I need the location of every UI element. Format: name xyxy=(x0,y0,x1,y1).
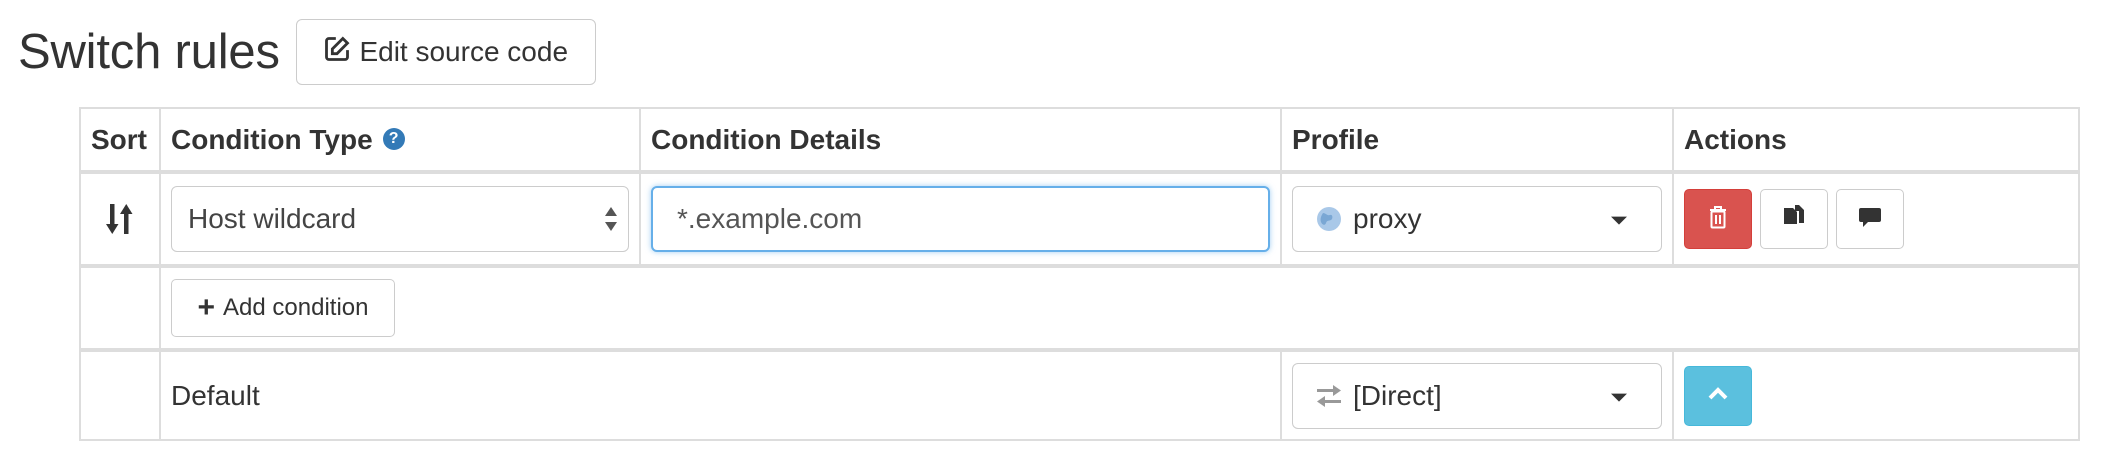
edit-icon xyxy=(323,35,359,70)
add-condition-label: Add condition xyxy=(223,294,369,321)
empty-cell xyxy=(79,264,161,351)
caret-down-icon xyxy=(1611,393,1627,402)
caret-down-icon xyxy=(1611,216,1627,225)
default-profile-select[interactable]: [Direct] xyxy=(1292,362,1662,429)
actions-cell xyxy=(1672,171,2080,267)
profile-select[interactable]: proxy xyxy=(1292,186,1662,252)
default-label-cell: Default xyxy=(159,348,1282,441)
column-header-actions: Actions xyxy=(1672,107,2080,174)
edit-source-code-label: Edit source code xyxy=(359,36,569,67)
column-header-sort: Sort xyxy=(79,107,161,174)
globe-icon xyxy=(1315,205,1343,233)
default-actions-cell xyxy=(1672,348,2080,441)
help-icon[interactable]: ? xyxy=(382,128,405,151)
condition-details-cell xyxy=(639,171,1282,267)
sort-cell xyxy=(79,171,161,267)
profile-cell: proxy xyxy=(1280,171,1674,267)
plus-icon: + xyxy=(197,291,216,324)
transfer-arrows-icon xyxy=(1315,383,1343,409)
page-header: Switch rules Edit source code xyxy=(18,18,596,86)
add-note-button[interactable] xyxy=(1836,189,1904,249)
page-title: Switch rules xyxy=(18,24,280,79)
add-condition-row: + Add condition xyxy=(79,264,2080,351)
add-condition-button[interactable]: + Add condition xyxy=(171,279,395,337)
trash-icon xyxy=(1707,204,1729,235)
chevron-up-icon xyxy=(1707,385,1729,406)
column-header-profile: Profile xyxy=(1280,107,1674,174)
profile-value: proxy xyxy=(1353,203,1422,234)
switch-rules-table: Sort Condition Type? Condition Details P… xyxy=(79,107,2080,441)
column-header-condition-type: Condition Type? xyxy=(159,107,641,174)
sort-handle-icon[interactable] xyxy=(91,202,149,236)
default-profile-cell: [Direct] xyxy=(1280,348,1674,441)
edit-source-code-button[interactable]: Edit source code xyxy=(295,19,596,85)
condition-details-input[interactable] xyxy=(651,186,1270,252)
delete-rule-button[interactable] xyxy=(1684,189,1752,249)
copy-icon xyxy=(1782,204,1806,235)
expand-toggle-button[interactable] xyxy=(1684,365,1752,426)
comment-icon xyxy=(1857,205,1883,234)
condition-type-select[interactable]: Host wildcard xyxy=(171,186,629,252)
condition-type-value: Host wildcard xyxy=(188,203,357,234)
default-profile-value: [Direct] xyxy=(1353,379,1442,411)
default-row: Default [Direct] xyxy=(79,348,2080,441)
table-row: Host wildcard *.example.com proxy xyxy=(79,171,2080,267)
default-label: Default xyxy=(171,379,260,411)
add-condition-cell: + Add condition xyxy=(159,264,2080,351)
column-header-condition-details: Condition Details xyxy=(639,107,1282,174)
condition-type-cell: Host wildcard xyxy=(159,171,641,267)
empty-cell xyxy=(79,348,161,441)
select-arrows-icon xyxy=(604,205,618,233)
table-header-row: Sort Condition Type? Condition Details P… xyxy=(79,107,2080,174)
duplicate-rule-button[interactable] xyxy=(1760,189,1828,249)
